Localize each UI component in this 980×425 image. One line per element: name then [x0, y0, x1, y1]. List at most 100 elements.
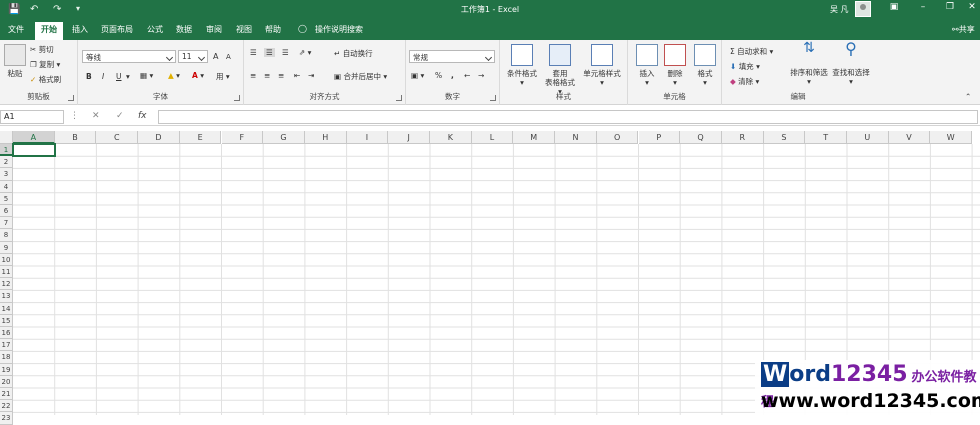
shrink-font-button[interactable]: A: [226, 53, 231, 61]
copy-button[interactable]: ❐ 复制 ▾: [30, 59, 60, 70]
row-header[interactable]: 5: [0, 192, 13, 205]
column-header[interactable]: B: [54, 131, 97, 144]
align-left-icon[interactable]: ≡: [250, 71, 256, 80]
insert-cells-button[interactable]: 插入 ▾: [634, 44, 660, 87]
paste-button[interactable]: 粘贴: [4, 44, 26, 78]
delete-cells-button[interactable]: 删除 ▾: [662, 44, 688, 87]
tab-data[interactable]: 数据: [176, 24, 192, 35]
column-header[interactable]: I: [346, 131, 389, 144]
align-top-icon[interactable]: ☰: [250, 48, 257, 57]
name-box[interactable]: A1: [0, 110, 64, 124]
close-icon[interactable]: ✕: [965, 2, 979, 16]
column-header[interactable]: N: [555, 131, 597, 144]
tab-view[interactable]: 视图: [236, 24, 252, 35]
row-header[interactable]: 14: [0, 302, 13, 315]
enter-icon[interactable]: ✓: [116, 111, 124, 121]
column-header[interactable]: E: [179, 131, 222, 144]
row-header[interactable]: 11: [0, 266, 13, 279]
row-header[interactable]: 8: [0, 229, 13, 242]
row-header[interactable]: 21: [0, 388, 13, 401]
font-color-icon[interactable]: A ▾: [192, 71, 204, 80]
row-header[interactable]: 15: [0, 314, 13, 327]
namebox-dropdown-icon[interactable]: ⋮: [70, 111, 79, 121]
row-header[interactable]: 19: [0, 363, 13, 376]
share-button[interactable]: ⚯共享: [952, 24, 975, 35]
row-header[interactable]: 12: [0, 278, 13, 291]
font-size-select[interactable]: 11: [178, 50, 208, 63]
orientation-icon[interactable]: ⇗ ▾: [299, 48, 311, 57]
active-cell[interactable]: [12, 143, 56, 158]
restore-icon[interactable]: ❐: [943, 2, 957, 16]
autosum-button[interactable]: Σ 自动求和 ▾: [730, 46, 773, 57]
format-painter-button[interactable]: ✓ 格式刷: [30, 74, 61, 85]
number-launcher-icon[interactable]: [490, 95, 496, 101]
tab-help[interactable]: 帮助: [265, 24, 281, 35]
decrease-decimal-icon[interactable]: →: [478, 71, 484, 80]
sort-filter-button[interactable]: ⇅ 排序和筛选 ▾: [788, 41, 830, 86]
column-header[interactable]: O: [596, 131, 639, 144]
percent-button[interactable]: %: [435, 71, 442, 80]
row-header[interactable]: 6: [0, 205, 13, 218]
minimize-icon[interactable]: –: [916, 2, 930, 16]
row-header[interactable]: 17: [0, 339, 13, 352]
collapse-ribbon-icon[interactable]: ⌃: [965, 92, 971, 101]
clipboard-launcher-icon[interactable]: [68, 95, 74, 101]
align-bottom-icon[interactable]: ☰: [282, 48, 289, 57]
cancel-icon[interactable]: ✕: [92, 111, 100, 121]
tell-me-search[interactable]: 操作说明搜索: [315, 24, 363, 35]
clear-button[interactable]: ◆ 清除 ▾: [730, 76, 759, 87]
number-format-select[interactable]: 常规: [409, 50, 495, 63]
format-as-table-button[interactable]: 套用 表格格式 ▾: [542, 44, 578, 96]
row-header[interactable]: 9: [0, 241, 13, 254]
insert-function-button[interactable]: fx: [138, 111, 147, 121]
tab-insert[interactable]: 插入: [72, 24, 88, 35]
italic-button[interactable]: I: [102, 72, 104, 81]
column-header[interactable]: K: [430, 131, 472, 144]
find-select-button[interactable]: ⚲ 查找和选择 ▾: [830, 41, 872, 87]
column-header[interactable]: V: [888, 131, 931, 144]
column-header[interactable]: T: [805, 131, 847, 144]
conditional-format-button[interactable]: 条件格式 ▾: [504, 44, 540, 87]
fill-button[interactable]: ⬇ 填充 ▾: [730, 61, 760, 72]
font-name-select[interactable]: 等线: [82, 50, 176, 63]
tab-formulas[interactable]: 公式: [147, 24, 163, 35]
row-header[interactable]: 3: [0, 168, 13, 181]
column-header[interactable]: L: [471, 131, 514, 144]
underline-dropdown-icon[interactable]: ▾: [126, 72, 130, 81]
row-header[interactable]: 23: [0, 412, 13, 425]
column-header[interactable]: D: [138, 131, 180, 144]
row-header[interactable]: 16: [0, 327, 13, 340]
decrease-indent-icon[interactable]: ⇤: [294, 71, 300, 80]
column-header[interactable]: H: [304, 131, 347, 144]
tab-home[interactable]: 开始: [35, 22, 63, 40]
row-header[interactable]: 2: [0, 156, 13, 169]
alignment-launcher-icon[interactable]: [396, 95, 402, 101]
avatar[interactable]: [855, 1, 871, 17]
comma-button[interactable]: ,: [451, 71, 454, 80]
user-name[interactable]: 吴 凡: [830, 4, 849, 15]
wrap-text-button[interactable]: ↵ 自动换行: [334, 48, 373, 59]
tab-page-layout[interactable]: 页面布局: [101, 24, 133, 35]
fill-color-icon[interactable]: ▲ ▾: [168, 71, 180, 80]
cell-styles-button[interactable]: 单元格样式 ▾: [580, 44, 624, 87]
column-header[interactable]: P: [638, 131, 681, 144]
align-center-icon[interactable]: ≡: [264, 71, 270, 80]
grow-font-button[interactable]: A: [213, 52, 218, 61]
row-header[interactable]: 20: [0, 375, 13, 388]
cut-button[interactable]: ✂ 剪切: [30, 44, 54, 55]
increase-indent-icon[interactable]: ⇥: [308, 71, 314, 80]
column-header[interactable]: J: [388, 131, 430, 144]
ribbon-display-icon[interactable]: ▣: [887, 2, 901, 16]
align-middle-icon[interactable]: ☰: [264, 48, 275, 57]
font-launcher-icon[interactable]: [234, 95, 240, 101]
column-header[interactable]: C: [96, 131, 139, 144]
column-header[interactable]: G: [263, 131, 305, 144]
row-header[interactable]: 13: [0, 290, 13, 303]
formula-input[interactable]: [158, 110, 978, 124]
row-header[interactable]: 10: [0, 253, 13, 266]
tab-file[interactable]: 文件: [8, 24, 24, 35]
row-header[interactable]: 22: [0, 400, 13, 413]
row-header[interactable]: 4: [0, 180, 13, 193]
border-icon[interactable]: ▦ ▾: [140, 71, 153, 80]
column-header[interactable]: Q: [680, 131, 722, 144]
